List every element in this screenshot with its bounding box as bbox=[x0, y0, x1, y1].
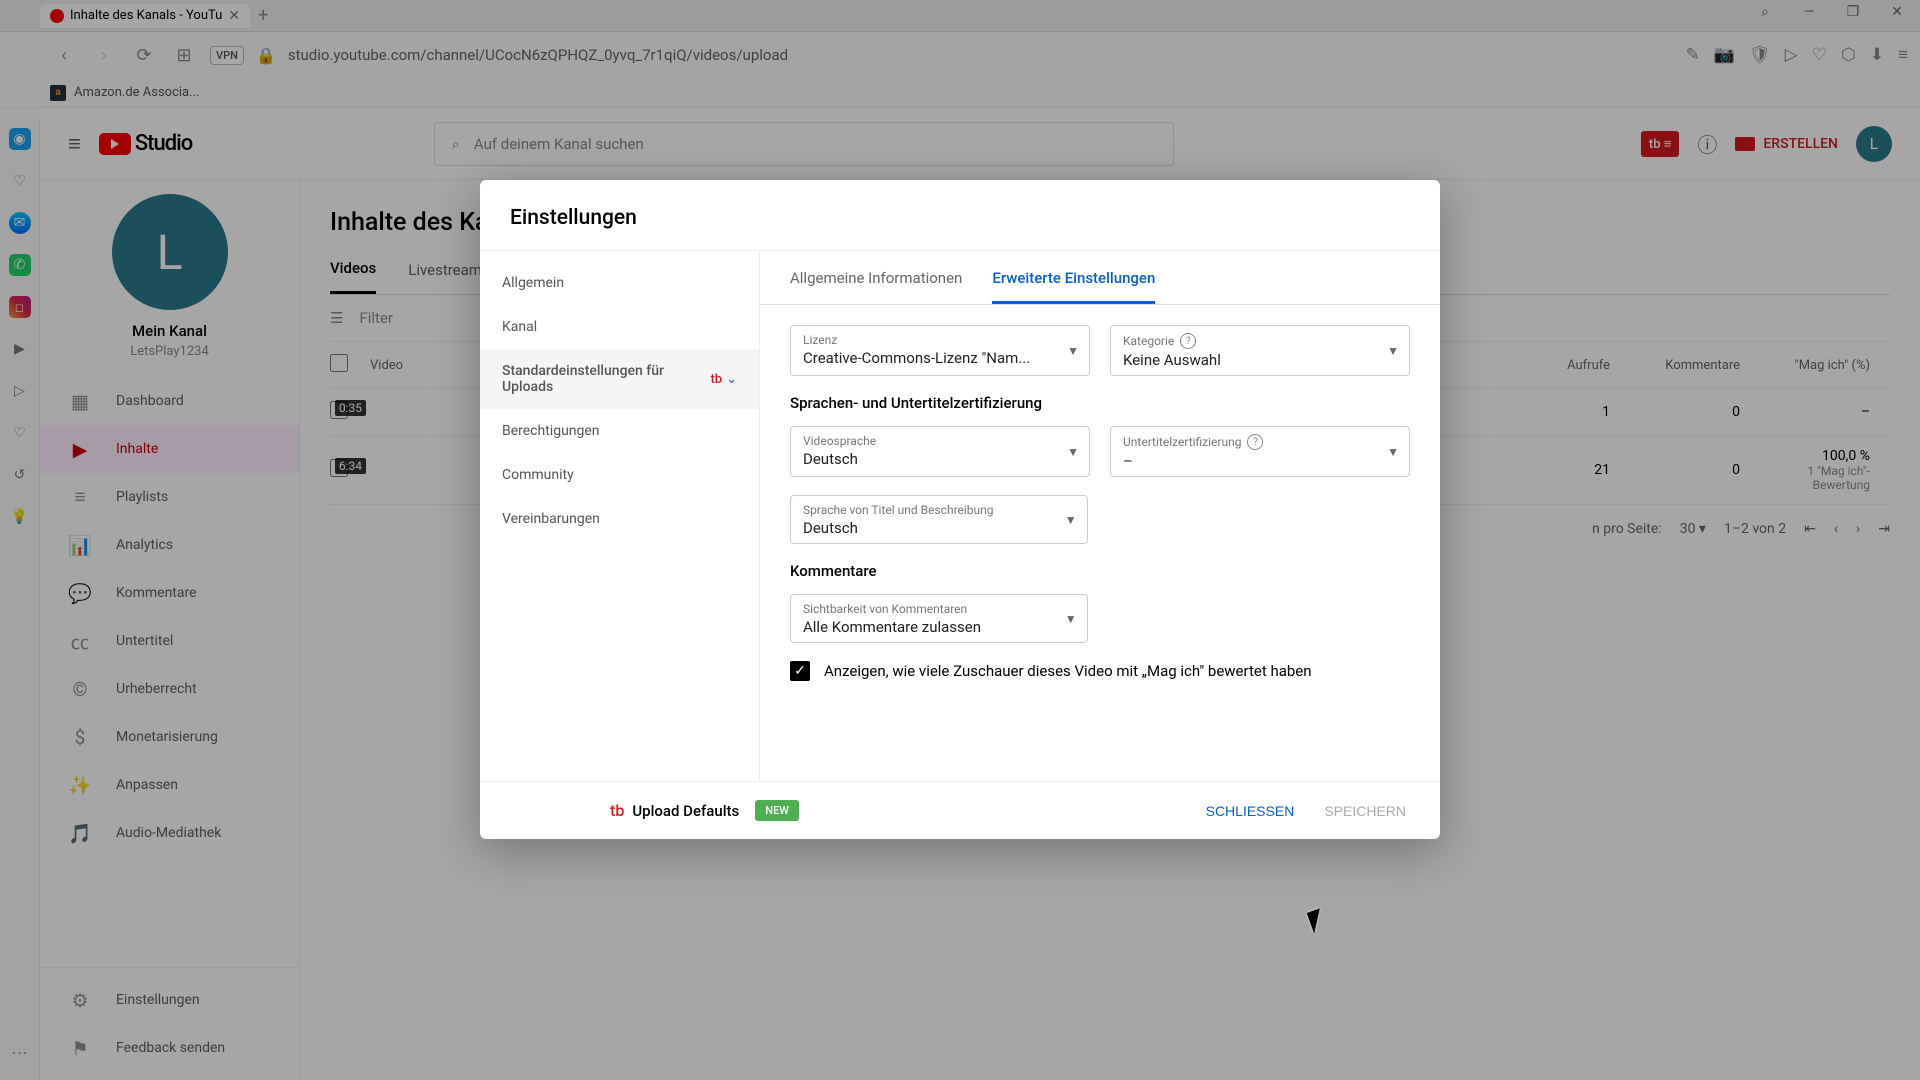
title-language-select[interactable]: Sprache von Titel und Beschreibung Deuts… bbox=[790, 495, 1088, 544]
modal-side-agreements[interactable]: Vereinbarungen bbox=[480, 497, 759, 541]
upload-defaults-link[interactable]: tb Upload Defaults bbox=[610, 801, 739, 820]
chevron-down-icon: ▼ bbox=[1065, 612, 1077, 626]
comment-visibility-select[interactable]: Sichtbarkeit von Kommentaren Alle Kommen… bbox=[790, 594, 1088, 643]
show-likes-checkbox-row[interactable]: ✓ Anzeigen, wie viele Zuschauer dieses V… bbox=[790, 661, 1410, 681]
modal-side-upload-defaults[interactable]: Standardeinstellungen für Uploads tb ⌄ bbox=[480, 349, 759, 409]
settings-modal: Einstellungen Allgemein Kanal Standardei… bbox=[480, 180, 1440, 839]
modal-title: Einstellungen bbox=[480, 180, 1440, 251]
chevron-down-icon: ▼ bbox=[1387, 344, 1399, 358]
new-badge: NEW bbox=[755, 800, 799, 821]
modal-tab-advanced[interactable]: Erweiterte Einstellungen bbox=[992, 269, 1155, 304]
caption-cert-select[interactable]: Untertitelzertifizierung? – ▼ bbox=[1110, 426, 1410, 477]
save-button[interactable]: SPEICHERN bbox=[1320, 795, 1410, 827]
lang-section-header: Sprachen- und Untertitelzertifizierung bbox=[790, 394, 1410, 412]
help-icon[interactable]: ? bbox=[1247, 434, 1263, 450]
modal-sidebar: Allgemein Kanal Standardeinstellungen fü… bbox=[480, 251, 760, 781]
category-select[interactable]: Kategorie? Keine Auswahl ▼ bbox=[1110, 325, 1410, 376]
tubebuddy-mini-icon: tb ⌄ bbox=[710, 372, 737, 387]
chevron-down-icon: ▼ bbox=[1065, 513, 1077, 527]
license-select[interactable]: Lizenz Creative-Commons-Lizenz "Nam... ▼ bbox=[790, 325, 1090, 376]
video-language-select[interactable]: Videosprache Deutsch ▼ bbox=[790, 426, 1090, 477]
chevron-down-icon: ▼ bbox=[1067, 344, 1079, 358]
modal-side-permissions[interactable]: Berechtigungen bbox=[480, 409, 759, 453]
modal-side-kanal[interactable]: Kanal bbox=[480, 305, 759, 349]
chevron-down-icon: ▼ bbox=[1387, 445, 1399, 459]
modal-tab-general[interactable]: Allgemeine Informationen bbox=[790, 269, 962, 304]
checkbox-checked-icon[interactable]: ✓ bbox=[790, 661, 810, 681]
modal-overlay[interactable]: Einstellungen Allgemein Kanal Standardei… bbox=[0, 0, 1920, 1080]
comments-section-header: Kommentare bbox=[790, 562, 1410, 580]
modal-side-allgemein[interactable]: Allgemein bbox=[480, 261, 759, 305]
help-icon[interactable]: ? bbox=[1180, 333, 1196, 349]
tubebuddy-icon: tb bbox=[610, 801, 624, 820]
modal-side-community[interactable]: Community bbox=[480, 453, 759, 497]
chevron-down-icon: ▼ bbox=[1067, 445, 1079, 459]
close-button[interactable]: SCHLIESSEN bbox=[1202, 795, 1299, 827]
